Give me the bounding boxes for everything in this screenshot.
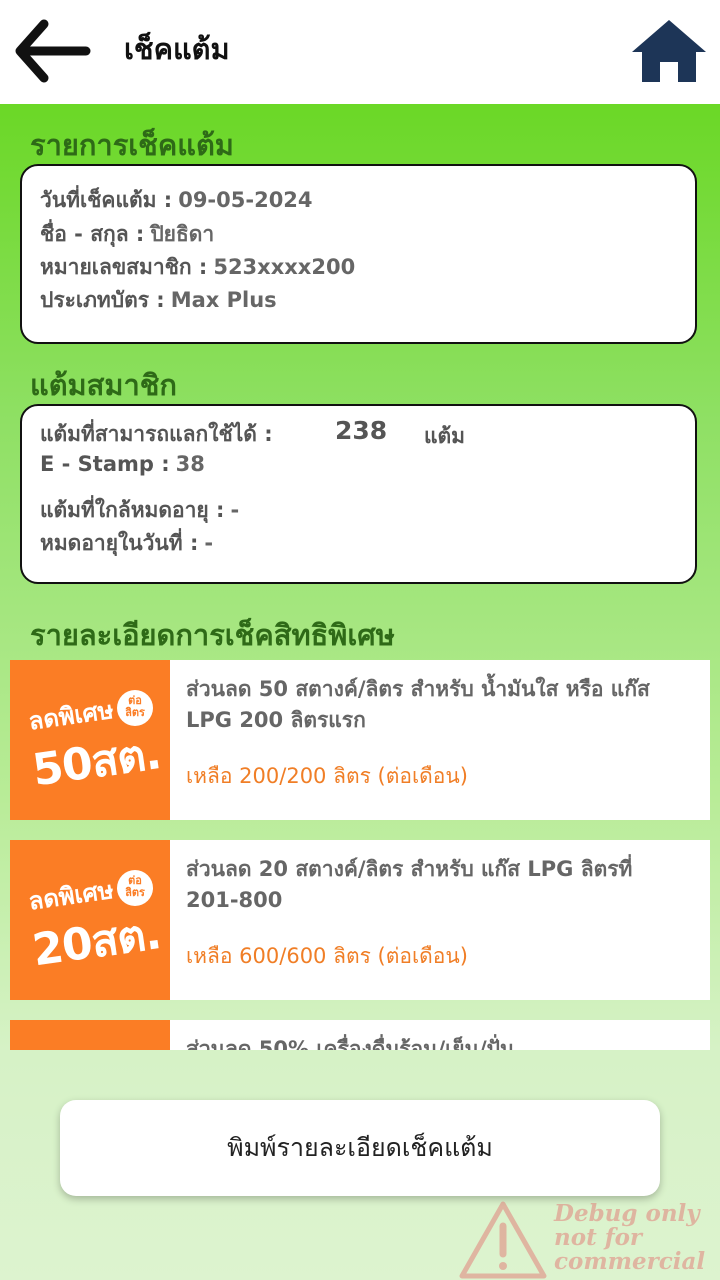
privilege-description: ส่วนลด 50% เครื่องดื่มร้อน/เย็น/ปั่น [186,1037,515,1050]
home-icon[interactable] [630,16,708,86]
privilege-item[interactable]: ส่วนลด 50% เครื่องดื่มร้อน/เย็น/ปั่น [10,1020,710,1050]
estamp-label: E - Stamp : [40,452,170,476]
card-type-value: Max Plus [170,288,277,312]
redeemable-points-label: แต้มที่สามารถแลกใช้ได้ : [40,422,273,446]
check-section-title: รายการเช็คแต้ม [30,128,234,162]
estamp-value: 38 [175,452,205,476]
back-arrow-icon[interactable] [12,18,92,84]
discount-badge-50: ลดพิเศษ ต่อ ลิตร 50สต. [10,660,170,820]
privilege-remaining: เหลือ 600/600 ลิตร (ต่อเดือน) [186,944,468,968]
privilege-item[interactable]: ลดพิเศษ ต่อ ลิตร 20สต. ส่วนลด 20 สตางค์/… [10,840,710,1000]
expiring-points-value: - [230,498,240,522]
check-date-label: วันที่เช็คแต้ม : [40,188,173,212]
member-number-value: 523xxxx200 [213,255,356,279]
privilege-remaining: เหลือ 200/200 ลิตร (ต่อเดือน) [186,764,468,788]
privileges-list[interactable]: ลดพิเศษ ต่อ ลิตร 50สต. ส่วนลด 50 สตางค์/… [0,660,720,1050]
member-name-row: ชื่อ - สกุล : ปิยธิดา [40,218,214,251]
member-name-value: ปิยธิดา [150,222,215,246]
debug-watermark: Debug only not for commercial [458,1200,720,1280]
privileges-section-title: รายละเอียดการเช็คสิทธิพิเศษ [30,618,395,652]
expire-date-row: หมดอายุในวันที่ :- [40,527,213,560]
points-card: แต้มที่สามารถแลกใช้ได้ : 238 แต้ม E - St… [20,404,697,584]
member-number-label: หมายเลขสมาชิก : [40,255,208,279]
points-section-title: แต้มสมาชิก [30,368,177,402]
discount-badge-20: ลดพิเศษ ต่อ ลิตร 20สต. [10,840,170,1000]
member-name-label: ชื่อ - สกุล : [40,222,145,246]
expiring-points-label: แต้มที่ใกล้หมดอายุ : [40,498,225,522]
member-number-row: หมายเลขสมาชิก :523xxxx200 [40,251,355,284]
check-info-card: วันที่เช็คแต้ม :09-05-2024 ชื่อ - สกุล :… [20,164,697,344]
privilege-description: ส่วนลด 50 สตางค์/ลิตร สำหรับ น้ำมันใส หร… [186,677,650,732]
expire-date-value: - [204,531,214,555]
card-type-label: ประเภทบัตร : [40,288,165,312]
debug-watermark-text: Debug only not for commercial [554,1200,706,1275]
redeemable-points-unit: แต้ม [424,424,466,448]
card-type-row: ประเภทบัตร : Max Plus [40,284,277,317]
estamp-row: E - Stamp :38 [40,452,205,476]
page-title: เช็คแต้ม [124,32,230,66]
redeemable-points-row: แต้มที่สามารถแลกใช้ได้ : [40,418,273,451]
privilege-item[interactable]: ลดพิเศษ ต่อ ลิตร 50สต. ส่วนลด 50 สตางค์/… [10,660,710,820]
top-bar: เช็คแต้ม [0,0,720,104]
redeemable-points-value: 238 [335,416,388,445]
check-date-row: วันที่เช็คแต้ม :09-05-2024 [40,184,313,217]
expire-date-label: หมดอายุในวันที่ : [40,531,199,555]
print-details-button[interactable]: พิมพ์รายละเอียดเช็คแต้ม [60,1100,660,1196]
privilege-description: ส่วนลด 20 สตางค์/ลิตร สำหรับ แก๊ส LPG ลิ… [186,857,633,912]
expiring-points-row: แต้มที่ใกล้หมดอายุ :- [40,494,239,527]
warning-icon [459,1201,547,1279]
discount-badge [10,1020,170,1050]
check-date-value: 09-05-2024 [178,188,313,212]
